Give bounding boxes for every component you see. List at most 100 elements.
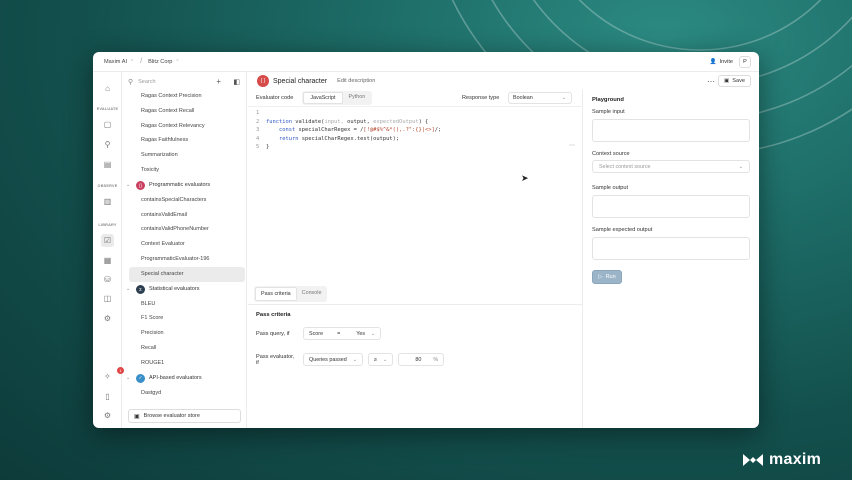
tab-javascript[interactable]: JavaScript — [303, 92, 343, 104]
workspace-switcher[interactable]: Blitz Corp — [148, 59, 172, 65]
list-item[interactable]: ProgrammaticEvaluator-196 — [129, 252, 245, 267]
sample-expected-field[interactable] — [592, 237, 750, 260]
user-avatar[interactable]: P — [739, 56, 751, 68]
workspace-chevron-icon[interactable]: ⌃ — [175, 59, 179, 65]
maxim-logo-icon — [743, 454, 763, 466]
database-icon[interactable]: ⛁ — [101, 273, 114, 286]
notifications-icon[interactable]: ✧ 1 — [101, 367, 124, 383]
group-programmatic[interactable]: ⌄ {} Programmatic evaluators — [122, 178, 246, 193]
workflow-icon[interactable]: ⚲ — [101, 138, 114, 151]
breadcrumb-separator: / — [140, 58, 143, 65]
nav-rail: ⌂ EVALUATE ▢ ⚲ ▤ OBSERVE ▥ LIBRARY ☑ ▦ ⛁… — [93, 72, 124, 428]
test-runs-icon[interactable]: ▢ — [101, 118, 114, 131]
search-input[interactable]: Search — [138, 79, 155, 85]
sample-output-field[interactable] — [592, 195, 750, 218]
eval-operator: ≥ — [373, 356, 377, 363]
save-icon: ▣ — [723, 78, 730, 84]
group-statistical[interactable]: ⌄ Σ Statistical evaluators — [122, 282, 246, 297]
sidebar-search[interactable]: ⚲ Search + ◧ — [128, 75, 241, 88]
code-line: 2 function validate(input, output, expect… — [256, 118, 429, 125]
list-item[interactable]: ROUGE1 — [129, 356, 245, 371]
response-type-value: Boolean — [513, 95, 533, 101]
list-item[interactable]: BLEU — [129, 297, 245, 312]
home-icon[interactable]: ⌂ — [101, 82, 114, 95]
list-item[interactable]: containsValidPhoneNumber — [129, 222, 245, 237]
code-area[interactable]: 1 2 function validate(input, output, expe… — [256, 109, 441, 152]
list-item[interactable]: Precision — [129, 326, 245, 341]
evaluator-code-label: Evaluator code — [256, 95, 294, 101]
evaluator-sidebar: ⚲ Search + ◧ Ragas Context Precision Rag… — [122, 72, 247, 428]
list-item[interactable]: Ragas Context Relevancy — [129, 119, 245, 134]
tab-pass-criteria[interactable]: Pass criteria — [255, 287, 297, 301]
bottom-tabs: Pass criteria Console — [254, 286, 328, 302]
eval-field: Queries passed — [309, 356, 347, 363]
eval-value: 80 — [415, 356, 422, 363]
search-icon: ⚲ — [128, 78, 134, 86]
invite-label: Invite — [719, 59, 733, 65]
eval-value-input[interactable]: 80 % — [398, 353, 445, 366]
list-item[interactable]: Toxicity — [129, 163, 245, 178]
add-evaluator-icon[interactable]: + — [216, 77, 221, 86]
rail-section-observe: OBSERVE — [97, 184, 118, 188]
query-field: Score — [309, 330, 324, 337]
workspace-settings-icon[interactable]: ⚙ — [101, 409, 114, 422]
tab-console[interactable]: Console — [297, 287, 327, 301]
page-title: Special character — [273, 77, 328, 85]
response-type-select[interactable]: Boolean ⌄ — [508, 92, 572, 104]
mouse-cursor-icon: ➤ — [521, 173, 529, 183]
edit-description-link[interactable]: Edit description — [337, 78, 375, 84]
eval-field-select[interactable]: Queries passed ⌄ — [303, 353, 363, 366]
list-item[interactable]: containsSpecialCharacters — [129, 193, 245, 208]
editor-toolbar: Evaluator code JavaScript Python Respons… — [248, 90, 583, 107]
org-switcher[interactable]: Maxim AI — [104, 59, 127, 65]
pass-query-condition[interactable]: Score = Yes ⌄ — [303, 327, 382, 340]
rail-section-library: LIBRARY — [98, 223, 117, 227]
app-window: Maxim AI ⌃ / Blitz Corp ⌃ 👤 Invite P ⌂ E… — [93, 52, 759, 428]
prompt-tools-icon[interactable]: ◫ — [101, 292, 114, 305]
tab-python[interactable]: Python — [343, 92, 372, 104]
invite-button[interactable]: 👤 Invite — [710, 59, 733, 65]
group-label: Statistical evaluators — [149, 286, 200, 293]
query-value: Yes — [356, 330, 366, 337]
response-type-label: Response type — [462, 95, 500, 101]
settings-gear-icon[interactable]: ⚙ — [101, 312, 114, 325]
more-options-icon[interactable]: ⋯ — [707, 77, 715, 86]
datasets-icon[interactable]: ▦ — [101, 254, 114, 267]
code-line: 4 return specialCharRegex.test(output); — [256, 135, 400, 142]
list-item[interactable]: Ragas Context Precision — [129, 89, 245, 104]
list-item[interactable]: Context Evaluator — [129, 237, 245, 252]
list-item[interactable]: Ragas Context Recall — [129, 104, 245, 119]
browse-store-button[interactable]: ▣ Browse evaluator store — [128, 409, 241, 423]
pass-query-row: Pass query, if Score = Yes ⌄ — [256, 327, 382, 340]
list-item[interactable]: containsValidEmail — [129, 208, 245, 223]
list-item[interactable]: Ragas Faithfulness — [129, 133, 245, 148]
list-item[interactable]: Recall — [129, 341, 245, 356]
evaluators-icon[interactable]: ☑ — [101, 234, 114, 247]
api-group-icon: ✓ — [136, 373, 145, 383]
sample-input-field[interactable] — [592, 119, 750, 142]
docs-icon[interactable]: ▯ — [101, 390, 114, 403]
brand-name: maxim — [769, 451, 822, 468]
playground-panel: Playground Sample input Context source S… — [584, 90, 759, 428]
collapse-panel-icon[interactable]: ◧ — [233, 78, 240, 86]
main-panel: { } Special character Edit description ⋯… — [248, 72, 759, 428]
eval-operator-select[interactable]: ≥ ⌄ — [367, 353, 394, 366]
run-button[interactable]: ▷ Run — [592, 270, 622, 284]
group-api[interactable]: ⌄ ✓ API-based evaluators — [122, 371, 246, 386]
add-user-icon: 👤 — [709, 59, 717, 65]
list-item[interactable]: Dastgyd — [129, 386, 245, 401]
list-item[interactable]: Summarization — [129, 148, 245, 163]
org-chevron-icon[interactable]: ⌃ — [130, 59, 134, 65]
list-item[interactable]: F1 Score — [129, 311, 245, 326]
pass-query-label: Pass query, if — [256, 330, 290, 337]
store-label: Browse evaluator store — [143, 413, 200, 419]
language-tabs: JavaScript Python — [302, 91, 373, 105]
context-source-select[interactable]: Select context source ⌄ — [592, 160, 750, 173]
list-item-selected[interactable]: Special character — [129, 266, 245, 282]
save-button[interactable]: ▣ Save — [717, 75, 751, 87]
editor-resize-handle[interactable]: ⋯ — [569, 142, 575, 149]
analytics-icon[interactable]: ▤ — [101, 158, 114, 171]
store-icon: ▣ — [134, 413, 140, 420]
logs-icon[interactable]: ▥ — [101, 195, 114, 208]
chevron-down-icon: ⌄ — [126, 375, 131, 382]
